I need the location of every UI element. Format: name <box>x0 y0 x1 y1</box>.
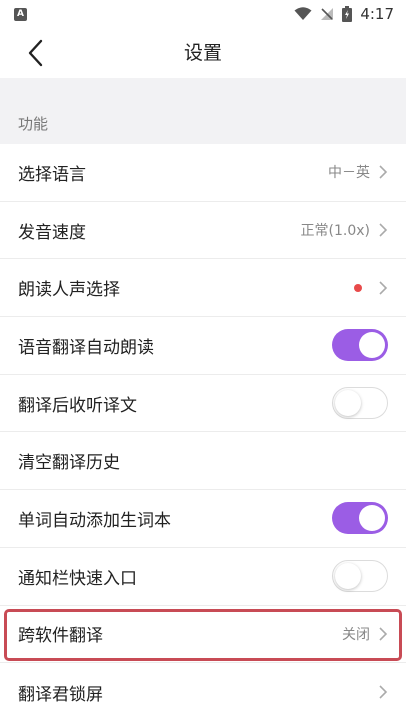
settings-list: 选择语言 中－英 发音速度 正常(1.0x) 朗读人声选择 语音翻译自动朗读 翻… <box>0 144 406 721</box>
setting-auto-add-vocabulary: 单词自动添加生词本 <box>0 490 406 548</box>
setting-label: 跨软件翻译 <box>18 626 103 647</box>
wifi-icon <box>294 7 312 20</box>
setting-listen-after-translate: 翻译后收听译文 <box>0 375 406 433</box>
setting-label: 清空翻译历史 <box>18 453 120 474</box>
setting-label: 通知栏快速入口 <box>18 568 137 589</box>
setting-lock-screen[interactable]: 翻译君锁屏 <box>0 663 406 721</box>
new-indicator-dot <box>354 283 362 292</box>
setting-clear-history[interactable]: 清空翻译历史 <box>0 432 406 491</box>
back-arrow-icon <box>28 39 43 67</box>
setting-label: 朗读人声选择 <box>18 280 120 301</box>
header: 设置 <box>0 28 406 78</box>
setting-value: 中－英 <box>328 165 370 182</box>
page-title: 设置 <box>183 42 222 64</box>
chevron-right-icon <box>379 223 388 237</box>
setting-value: 关闭 <box>342 626 370 643</box>
status-time: 4:17 <box>360 5 394 23</box>
notification-icon: A <box>14 7 27 21</box>
status-bar: A 4:17 <box>0 0 406 28</box>
setting-select-language[interactable]: 选择语言 中－英 <box>0 144 406 202</box>
setting-auto-read-voice-translation: 语音翻译自动朗读 <box>0 317 406 375</box>
back-button[interactable] <box>20 38 50 68</box>
chevron-right-icon <box>379 281 388 295</box>
setting-cross-app-translation[interactable]: 跨软件翻译 关闭 <box>0 606 406 664</box>
chevron-right-icon <box>379 165 388 179</box>
auto-read-toggle[interactable] <box>332 329 388 362</box>
setting-speech-speed[interactable]: 发音速度 正常(1.0x) <box>0 202 406 260</box>
setting-label: 翻译君锁屏 <box>18 684 103 705</box>
setting-label: 翻译后收听译文 <box>18 395 137 416</box>
setting-voice-select[interactable]: 朗读人声选择 <box>0 259 406 318</box>
listen-after-translate-toggle[interactable] <box>332 387 388 420</box>
setting-label: 语音翻译自动朗读 <box>18 337 154 358</box>
setting-label: 单词自动添加生词本 <box>18 510 171 531</box>
section-title: 功能 <box>18 115 49 133</box>
setting-value: 正常(1.0x) <box>300 223 370 240</box>
auto-add-vocabulary-toggle[interactable] <box>332 502 388 535</box>
chevron-right-icon <box>379 627 388 641</box>
signal-off-icon <box>321 8 334 20</box>
chevron-right-icon <box>379 685 388 699</box>
notification-shortcut-toggle[interactable] <box>332 560 388 593</box>
battery-charging-icon <box>342 6 353 22</box>
setting-notification-shortcut: 通知栏快速入口 <box>0 548 406 606</box>
setting-label: 选择语言 <box>18 164 86 185</box>
setting-label: 发音速度 <box>18 222 86 243</box>
